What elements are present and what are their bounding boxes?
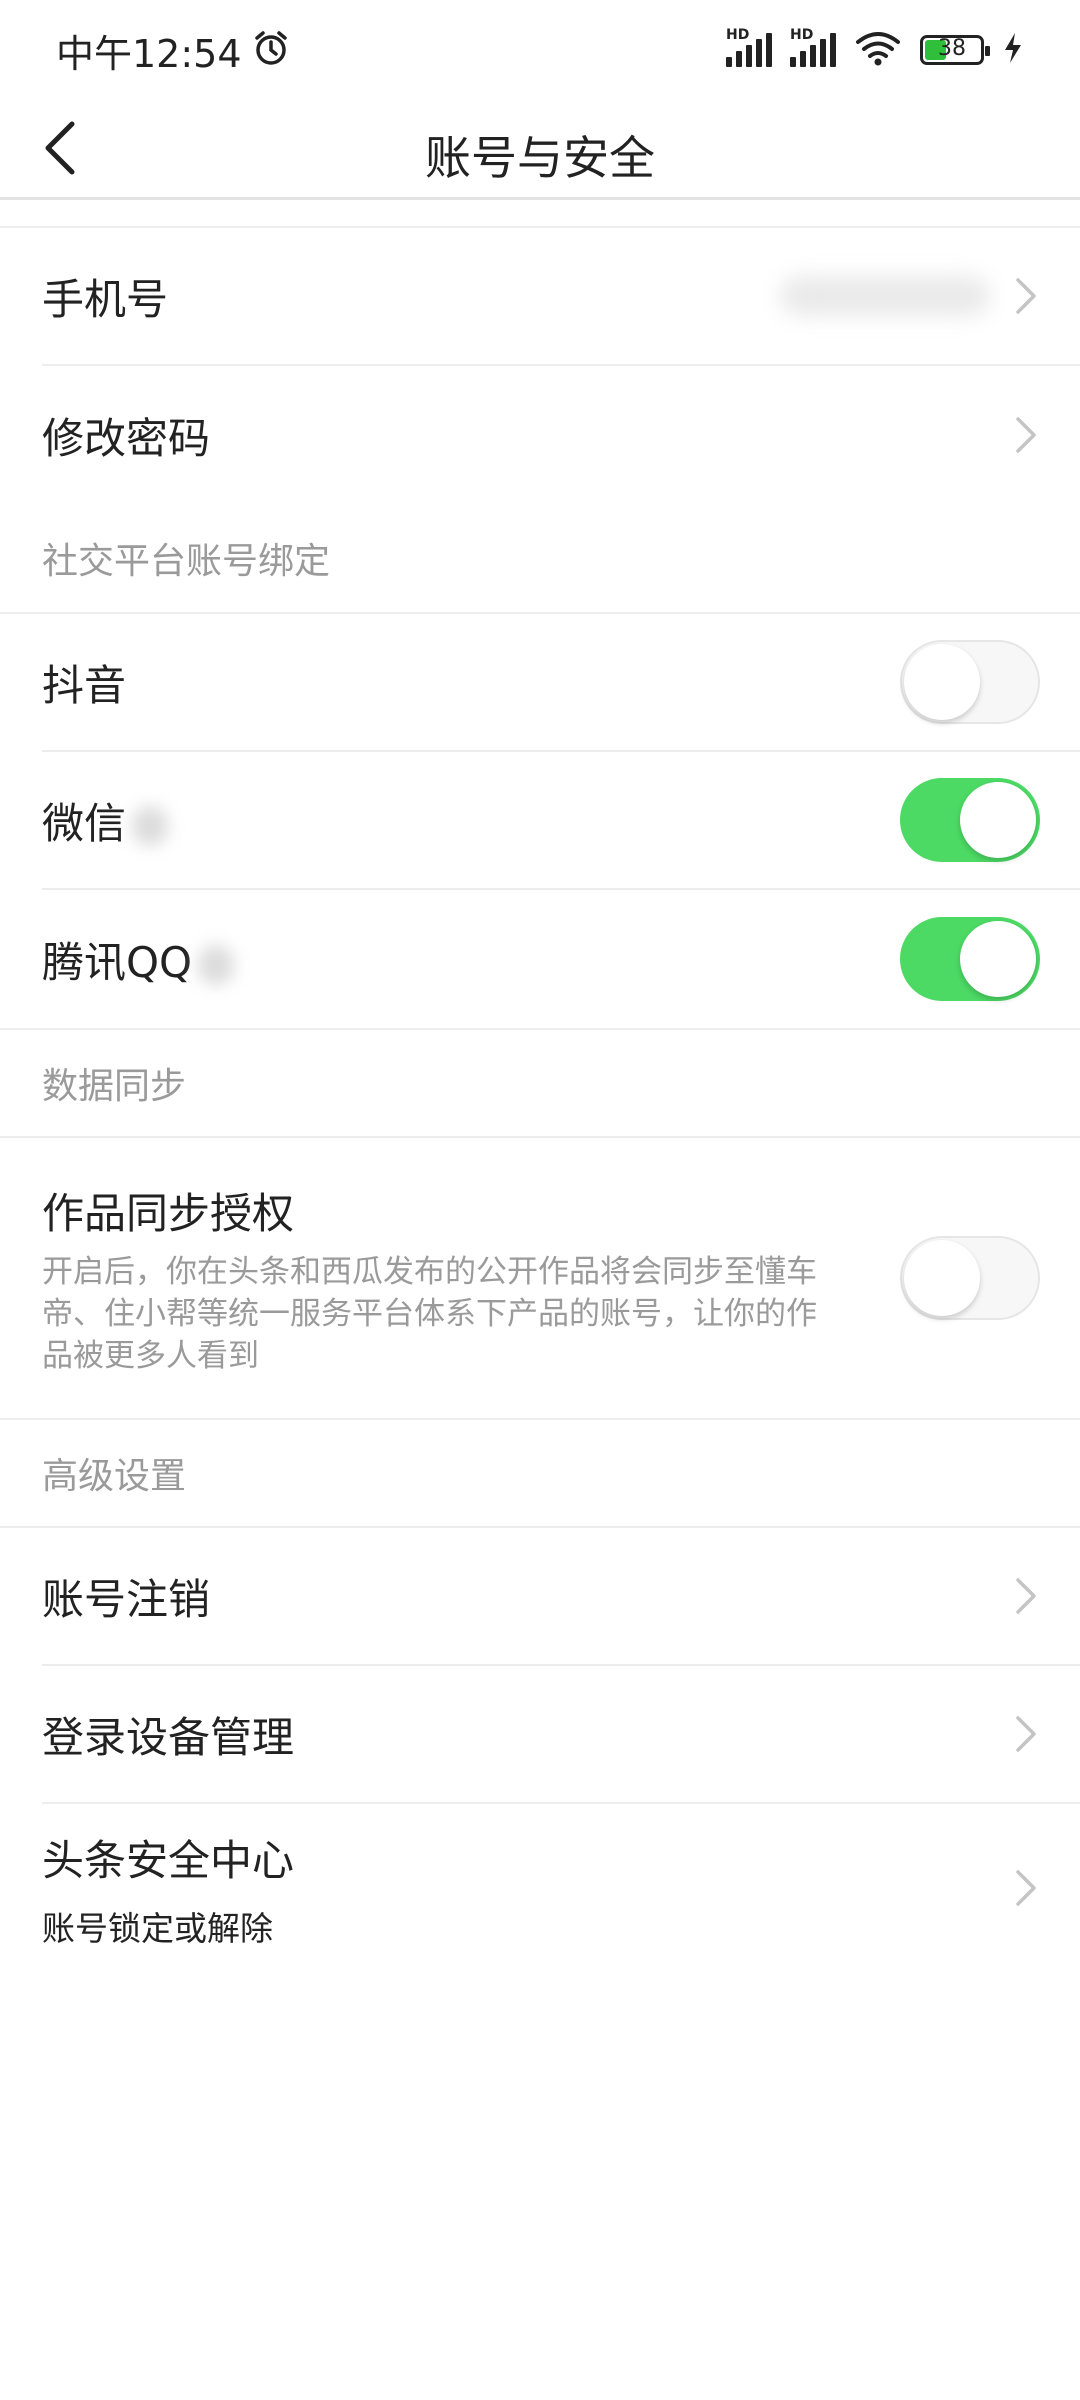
status-right: HD HD 38 [726,27,1024,70]
social-group: 抖音 微信 腾讯QQ [0,614,1080,1028]
advanced-section-header: 高级设置 [0,1418,1080,1528]
account-group: 手机号 修改密码 [0,226,1080,504]
alarm-clock-icon [252,29,290,71]
cellular-signal-icon: HD [726,27,772,67]
advanced-group: 账号注销 登录设备管理 头条安全中心 账号锁定或解除 [0,1528,1080,1972]
social-section-header: 社交平台账号绑定 [0,504,1080,614]
sync-group: 作品同步授权 开启后，你在头条和西瓜发布的公开作品将会同步至懂车帝、住小帮等统一… [0,1138,1080,1418]
wechat-name-blurred [132,806,169,846]
status-bar: 中午12:54 HD HD 38 [0,0,1080,100]
signal-hd-label: HD [726,27,750,43]
settings-list: 手机号 修改密码 社交平台账号绑定 抖音 微信 腾讯QQ 数据同步 作品同步授权… [0,226,1080,1972]
status-time: 中午12:54 [56,31,242,76]
security-center-row[interactable]: 头条安全中心 账号锁定或解除 [42,1804,1080,1972]
signal-hd-label-2: HD [790,27,814,43]
wechat-label: 微信 [42,798,127,848]
change-password-label: 修改密码 [42,413,211,463]
security-center-subtitle: 账号锁定或解除 [42,1908,273,1948]
chevron-right-icon [1012,1714,1040,1754]
account-cancel-label: 账号注销 [42,1574,211,1624]
status-left: 中午12:54 [56,23,290,78]
chevron-right-icon [1012,1868,1040,1908]
chevron-right-icon [1012,276,1040,316]
douyin-label: 抖音 [42,660,127,710]
change-password-row[interactable]: 修改密码 [42,366,1080,504]
wifi-icon [854,30,902,70]
battery-level: 38 [938,36,966,61]
sync-section-header: 数据同步 [0,1028,1080,1138]
battery-icon: 38 [920,35,990,65]
account-cancel-row[interactable]: 账号注销 [42,1528,1080,1666]
phone-number-value-blurred [780,276,990,316]
qq-row: 腾讯QQ [42,890,1080,1028]
phone-number-label: 手机号 [42,274,169,324]
douyin-row: 抖音 [42,614,1080,752]
cellular-signal-icon-2: HD [790,27,836,67]
wechat-row: 微信 [42,752,1080,890]
title-bar: 账号与安全 [0,100,1080,200]
phone-number-row[interactable]: 手机号 [42,228,1080,366]
chevron-right-icon [1012,1576,1040,1616]
douyin-toggle[interactable] [900,640,1040,724]
work-sync-toggle[interactable] [900,1236,1040,1320]
chevron-right-icon [1012,415,1040,455]
qq-name-blurred [198,945,235,985]
charging-bolt-icon [1002,31,1024,69]
device-management-row[interactable]: 登录设备管理 [42,1666,1080,1804]
qq-label: 腾讯QQ [42,937,193,987]
work-sync-label: 作品同步授权 [42,1188,295,1238]
security-center-label: 头条安全中心 [42,1835,295,1885]
wechat-toggle[interactable] [900,778,1040,862]
qq-toggle[interactable] [900,917,1040,1001]
page-title: 账号与安全 [425,131,655,185]
work-sync-description: 开启后，你在头条和西瓜发布的公开作品将会同步至懂车帝、住小帮等统一服务平台体系下… [42,1253,817,1374]
device-management-label: 登录设备管理 [42,1712,295,1762]
work-sync-row: 作品同步授权 开启后，你在头条和西瓜发布的公开作品将会同步至懂车帝、住小帮等统一… [42,1138,1080,1418]
